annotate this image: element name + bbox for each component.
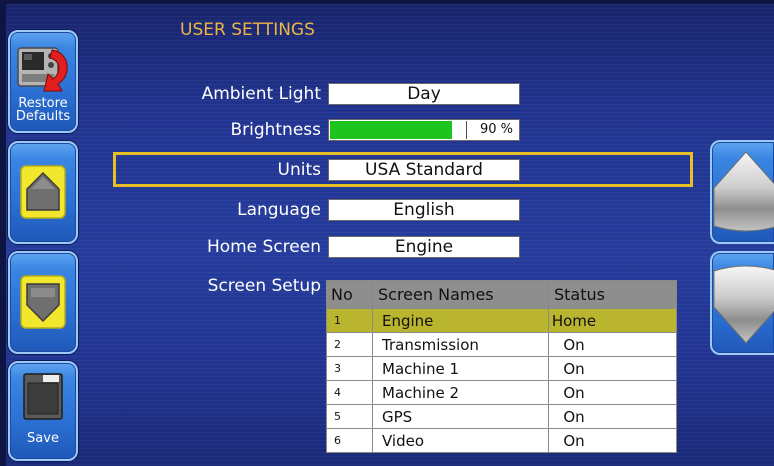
- settings-row-language: Language English: [0, 199, 774, 221]
- screen-name: Video: [372, 428, 549, 453]
- table-header-row: No Screen Names Status: [326, 280, 677, 309]
- status-text: On: [563, 359, 585, 378]
- save-button[interactable]: Save: [8, 361, 78, 461]
- table-row[interactable]: 4 Machine 2 On: [326, 380, 677, 405]
- brightness-value: 90 %: [479, 122, 513, 137]
- row-number: 5: [326, 404, 373, 429]
- nav-down-button[interactable]: [8, 251, 78, 354]
- header-screen-names: Screen Names: [372, 280, 549, 309]
- status-text: On: [563, 407, 585, 426]
- scroll-down-arrow-icon: [713, 265, 774, 344]
- settings-row-brightness: Brightness 90 %: [0, 119, 774, 141]
- header-no: No: [326, 280, 373, 309]
- ambient-light-value[interactable]: Day: [328, 83, 520, 105]
- status-cell[interactable]: On: [548, 380, 677, 405]
- brightness-label: Brightness: [230, 120, 321, 140]
- screen-setup-table: No Screen Names Status 1 Engine Home 2 T…: [326, 280, 677, 453]
- table-row[interactable]: 6 Video On: [326, 428, 677, 453]
- status-cell[interactable]: Home: [548, 308, 677, 333]
- scroll-up-button[interactable]: [710, 140, 774, 244]
- nav-up-button[interactable]: [8, 141, 78, 244]
- screen-name: Engine: [372, 308, 549, 333]
- row-number: 6: [326, 428, 373, 453]
- settings-row-home-screen: Home Screen Engine: [0, 236, 774, 258]
- table-row[interactable]: 3 Machine 1 On: [326, 356, 677, 381]
- screen-name: Transmission: [372, 332, 549, 357]
- settings-row-ambient-light: Ambient Light Day: [0, 83, 774, 105]
- ambient-light-label: Ambient Light: [201, 84, 321, 104]
- brightness-track[interactable]: [330, 121, 467, 139]
- status-cell[interactable]: On: [548, 428, 677, 453]
- language-label: Language: [237, 200, 321, 220]
- brightness-fill: [330, 121, 453, 139]
- brightness-slider[interactable]: 90 %: [328, 119, 520, 141]
- restore-defaults-button[interactable]: Restore Defaults: [8, 30, 78, 133]
- language-value[interactable]: English: [328, 199, 520, 221]
- screen-name: Machine 1: [372, 356, 549, 381]
- status-cell[interactable]: On: [548, 356, 677, 381]
- status-text: On: [563, 335, 585, 354]
- table-row[interactable]: 1 Engine Home: [326, 308, 677, 333]
- screen-name: GPS: [372, 404, 549, 429]
- status-cell[interactable]: On: [548, 404, 677, 429]
- save-icon: [23, 373, 63, 420]
- scroll-up-arrow-icon: [713, 151, 774, 232]
- header-status: Status: [548, 280, 677, 309]
- screen-setup-label: Screen Setup: [207, 276, 321, 296]
- home-screen-value[interactable]: Engine: [328, 236, 520, 258]
- home-screen-label: Home Screen: [206, 237, 321, 257]
- table-row[interactable]: 2 Transmission On: [326, 332, 677, 357]
- row-number: 4: [326, 380, 373, 405]
- row-number: 1: [326, 308, 373, 333]
- settings-row-units: Units USA Standard: [0, 159, 774, 181]
- units-label: Units: [277, 160, 321, 180]
- units-value[interactable]: USA Standard: [328, 159, 520, 181]
- status-text: On: [563, 383, 585, 402]
- status-text: On: [563, 431, 585, 450]
- scroll-down-button[interactable]: [710, 251, 774, 355]
- status-cell[interactable]: On: [548, 332, 677, 357]
- row-number: 2: [326, 332, 373, 357]
- screen-name: Machine 2: [372, 380, 549, 405]
- table-row[interactable]: 5 GPS On: [326, 404, 677, 429]
- status-text: Home: [551, 311, 597, 330]
- page-title: USER SETTINGS: [180, 20, 315, 40]
- row-number: 3: [326, 356, 373, 381]
- save-label: Save: [27, 431, 59, 446]
